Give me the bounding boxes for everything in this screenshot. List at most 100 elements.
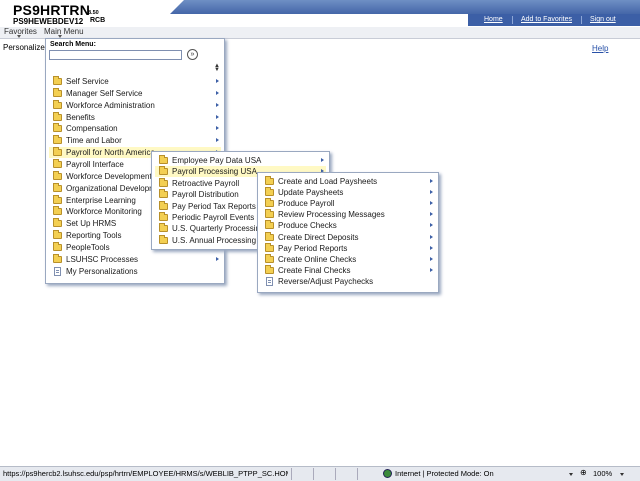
chevron-right-icon bbox=[430, 245, 433, 250]
zoom-level[interactable]: 100% bbox=[593, 469, 612, 478]
folder-icon bbox=[265, 242, 274, 252]
chevron-right-icon bbox=[321, 158, 324, 162]
menu-item-review-processing-messages[interactable]: Review Processing Messages bbox=[261, 209, 435, 220]
menu-item-workforce-administration[interactable]: Workforce Administration bbox=[49, 99, 221, 111]
double-chevron-right-icon[interactable]: » bbox=[187, 49, 198, 60]
chevron-right-icon bbox=[430, 267, 433, 272]
app-title: PS9HRTRN bbox=[13, 2, 91, 18]
menu-item-self-service[interactable]: Self Service bbox=[49, 76, 221, 87]
menu-item-label: Payroll Distribution bbox=[172, 190, 239, 200]
folder-icon bbox=[265, 176, 274, 185]
header-links: Home Add to Favorites Sign out bbox=[468, 14, 640, 26]
chevron-right-icon bbox=[216, 256, 219, 261]
main-menu[interactable]: Main Menu bbox=[44, 27, 84, 36]
menu-item-label: Manager Self Service bbox=[66, 88, 143, 98]
menu-item-label: LSUHSC Processes bbox=[66, 254, 139, 264]
menu-item-compensation[interactable]: Compensation bbox=[49, 123, 221, 134]
sign-out-link[interactable]: Sign out bbox=[590, 16, 616, 23]
menu-item-label: Payroll for North America bbox=[66, 148, 155, 158]
divider bbox=[313, 468, 314, 480]
chevron-down-icon[interactable] bbox=[569, 473, 573, 476]
menu-item-create-direct-deposits[interactable]: Create Direct Deposits bbox=[261, 231, 435, 243]
menu-item-label: Produce Checks bbox=[278, 221, 337, 231]
folder-icon bbox=[265, 198, 274, 208]
menu-item-label: Create Final Checks bbox=[278, 265, 351, 275]
header-banner bbox=[170, 0, 640, 14]
menu-item-create-online-checks[interactable]: Create Online Checks bbox=[261, 253, 435, 265]
menu-item-label: Workforce Monitoring bbox=[66, 207, 142, 217]
search-input[interactable] bbox=[49, 50, 182, 60]
menu-item-produce-payroll[interactable]: Produce Payroll bbox=[261, 198, 435, 209]
menu-item-label: Update Paysheets bbox=[278, 188, 344, 198]
folder-icon bbox=[53, 87, 62, 97]
sort-up-down-icon[interactable]: ▲ ▼ bbox=[214, 63, 220, 73]
security-zone: Internet | Protected Mode: On bbox=[395, 469, 494, 478]
menu-item-label: Benefits bbox=[66, 112, 95, 122]
folder-icon bbox=[159, 234, 168, 244]
folder-icon bbox=[53, 135, 62, 145]
chevron-right-icon bbox=[430, 201, 433, 206]
folder-icon bbox=[53, 99, 62, 109]
chevron-right-icon bbox=[216, 90, 219, 95]
menu-item-label: Retroactive Payroll bbox=[172, 178, 240, 188]
menu-item-reverse-adjust-paychecks[interactable]: Reverse/Adjust Paychecks bbox=[261, 276, 435, 287]
folder-icon bbox=[159, 212, 168, 221]
folder-icon bbox=[159, 177, 168, 187]
folder-icon bbox=[53, 241, 62, 251]
help-link[interactable]: Help bbox=[592, 44, 608, 53]
folder-icon bbox=[53, 194, 62, 204]
menu-item-label: U.S. Quarterly Processing bbox=[172, 224, 265, 234]
status-bar: https://ps9hercb2.lsuhsc.edu/psp/hrtrn/E… bbox=[0, 466, 640, 481]
link-divider bbox=[512, 16, 513, 24]
menu-item-label: Create and Load Paysheets bbox=[278, 177, 378, 186]
folder-icon bbox=[159, 223, 168, 233]
chevron-right-icon bbox=[430, 212, 433, 217]
chevron-right-icon bbox=[430, 234, 433, 239]
user-id: RCB bbox=[90, 17, 106, 24]
menu-item-label: Enterprise Learning bbox=[66, 195, 136, 205]
chevron-right-icon bbox=[216, 138, 219, 143]
chevron-right-icon bbox=[216, 102, 219, 107]
chevron-down-icon[interactable] bbox=[620, 473, 624, 476]
chevron-right-icon bbox=[216, 114, 219, 119]
chevron-right-icon bbox=[430, 179, 433, 183]
folder-icon bbox=[265, 231, 274, 241]
menu-item-employee-pay-data-usa[interactable]: Employee Pay Data USA bbox=[155, 155, 326, 166]
menu-item-label: Set Up HRMS bbox=[66, 219, 117, 229]
menu-item-label: Create Direct Deposits bbox=[278, 232, 359, 242]
menu-item-label: Payroll Interface bbox=[66, 159, 124, 169]
divider bbox=[291, 468, 292, 480]
personalize-link[interactable]: Personalize bbox=[3, 43, 45, 52]
menu-item-label: Reporting Tools bbox=[66, 231, 122, 241]
menu-item-time-and-labor[interactable]: Time and Labor bbox=[49, 135, 221, 146]
chevron-right-icon bbox=[430, 223, 433, 228]
add-to-favorites-link[interactable]: Add to Favorites bbox=[521, 16, 572, 23]
menu-item-create-final-checks[interactable]: Create Final Checks bbox=[261, 264, 435, 276]
folder-icon bbox=[53, 230, 62, 240]
menu-item-my-personalizations[interactable]: My Personalizations bbox=[49, 266, 221, 277]
menu-item-lsuhsc-processes[interactable]: LSUHSC Processes bbox=[49, 253, 221, 265]
folder-icon bbox=[53, 218, 62, 228]
menu-item-label: Compensation bbox=[66, 124, 118, 134]
menu-item-label: Reverse/Adjust Paychecks bbox=[278, 276, 374, 286]
menu-item-benefits[interactable]: Benefits bbox=[49, 111, 221, 123]
folder-icon bbox=[53, 123, 62, 133]
home-link[interactable]: Home bbox=[484, 16, 503, 23]
menu-item-create-and-load-paysheets[interactable]: Create and Load Paysheets bbox=[261, 176, 435, 187]
folder-icon bbox=[53, 158, 62, 168]
folder-icon bbox=[53, 182, 62, 192]
menu-item-update-paysheets[interactable]: Update Paysheets bbox=[261, 187, 435, 198]
menu-item-label: Review Processing Messages bbox=[278, 210, 385, 220]
folder-icon bbox=[53, 76, 62, 85]
chevron-right-icon bbox=[430, 190, 433, 195]
menu-item-manager-self-service[interactable]: Manager Self Service bbox=[49, 87, 221, 99]
menu-item-label: Pay Period Reports bbox=[278, 243, 348, 253]
app-version: 8.50 bbox=[88, 10, 99, 16]
folder-icon bbox=[53, 170, 62, 180]
folder-icon bbox=[265, 253, 274, 263]
menu-item-pay-period-reports[interactable]: Pay Period Reports bbox=[261, 242, 435, 254]
folder-icon bbox=[265, 264, 274, 274]
menu-item-produce-checks[interactable]: Produce Checks bbox=[261, 220, 435, 231]
search-label: Search Menu: bbox=[50, 41, 96, 48]
menu-item-label: Time and Labor bbox=[66, 136, 122, 146]
